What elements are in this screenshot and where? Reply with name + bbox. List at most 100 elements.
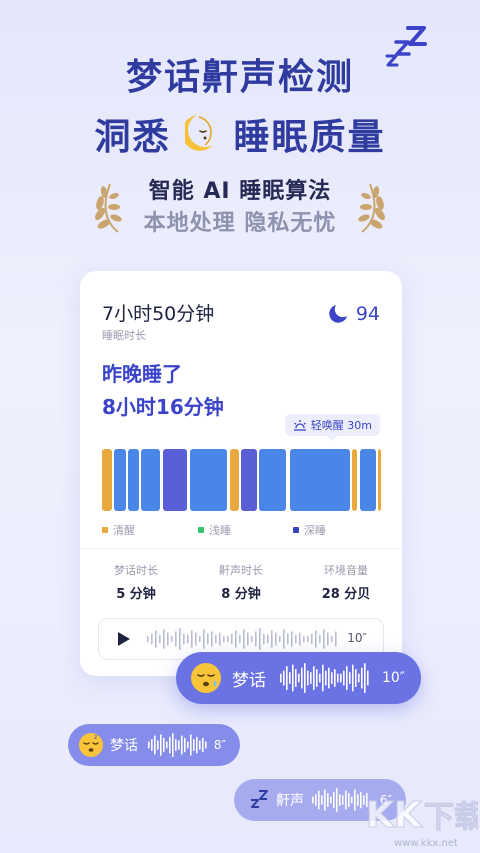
wave-bar	[155, 630, 157, 648]
divider	[80, 548, 402, 549]
sunrise-icon	[293, 420, 306, 431]
wave-bar	[364, 663, 366, 693]
svg-text:z: z	[94, 734, 97, 741]
stage-segment	[241, 449, 257, 511]
wave-bar	[219, 632, 221, 646]
wave-bar	[291, 631, 293, 647]
waveform	[280, 663, 369, 693]
legend-deep: 深睡	[293, 522, 326, 538]
wave-bar	[223, 635, 225, 643]
wave-bar	[327, 632, 329, 646]
wave-bar	[292, 664, 294, 692]
sleep-score-value: 94	[355, 303, 380, 325]
stage-segment	[360, 449, 376, 511]
wave-bar	[315, 630, 317, 648]
wave-bar	[239, 634, 241, 644]
wave-bar	[307, 635, 309, 643]
stage-segment	[230, 449, 239, 511]
wave-bar	[303, 635, 305, 643]
wave-bar	[172, 733, 174, 757]
sleeping-face-emoji: z	[79, 733, 103, 757]
wave-bar	[295, 669, 297, 687]
sleep-stage-chart	[102, 449, 381, 511]
wave-bar	[175, 631, 177, 647]
wave-bar	[311, 633, 313, 645]
wave-bar	[348, 792, 350, 808]
bubble-label: 梦话	[110, 738, 138, 754]
wave-bar	[205, 741, 207, 749]
wave-bar	[323, 629, 325, 649]
sleeptalk-clip-bubble[interactable]: z 梦话 8″	[68, 724, 240, 766]
feature-privacy: 本地处理 隐私无忧	[143, 211, 337, 236]
sleep-summary-card[interactable]: 7小时50分钟 睡眠时长 94 昨晚睡了 8小时16分钟 轻唤醒 30m 清醒 …	[80, 271, 402, 676]
bubble-length: 8″	[213, 738, 226, 752]
stage-segment	[190, 449, 227, 511]
stat-noise: 环境音量 28 分贝	[321, 564, 371, 602]
wave-bar	[334, 669, 336, 687]
bubble-length: 10″	[381, 670, 405, 686]
bubble-label: 梦话	[232, 670, 266, 691]
wave-bar	[247, 632, 249, 646]
wave-bar	[163, 629, 165, 649]
wave-bar	[298, 673, 300, 683]
wave-bar	[231, 633, 233, 645]
wave-bar	[215, 634, 217, 644]
wave-bar	[345, 790, 347, 810]
wave-bar	[199, 740, 201, 750]
wave-bar	[271, 630, 273, 648]
wave-bar	[335, 631, 337, 647]
sleepy-face-emoji	[191, 663, 221, 693]
wave-bar	[211, 631, 213, 647]
wave-bar	[354, 789, 356, 811]
wave-bar	[319, 634, 321, 644]
sleeptalk-clip-bubble[interactable]: 梦话 10″	[176, 652, 421, 704]
wave-bar	[267, 634, 269, 644]
waveform[interactable]	[147, 628, 337, 650]
stage-segment	[102, 449, 112, 511]
slept-value: 8小时16分钟	[102, 395, 224, 419]
wave-bar	[263, 633, 265, 645]
wave-bar	[299, 632, 301, 646]
wave-bar	[181, 735, 183, 755]
wave-bar	[178, 740, 180, 750]
wave-bar	[295, 634, 297, 644]
wave-bar	[319, 673, 321, 683]
play-icon[interactable]	[117, 631, 131, 647]
wave-bar	[202, 737, 204, 753]
wave-bar	[147, 635, 149, 643]
waveform	[148, 733, 207, 757]
wave-bar	[280, 673, 282, 683]
wave-bar	[275, 632, 277, 646]
wave-bar	[318, 790, 320, 810]
wave-bar	[203, 629, 205, 649]
wave-bar	[324, 789, 326, 811]
wave-bar	[363, 795, 365, 805]
wave-bar	[151, 633, 153, 645]
svg-text:KK: KK	[366, 795, 423, 835]
wave-bar	[346, 666, 348, 690]
watermark-logo: KK 下载	[366, 795, 478, 836]
wave-bar	[179, 628, 181, 650]
wave-bar	[342, 795, 344, 805]
stage-segment	[378, 449, 381, 511]
wave-bar	[190, 734, 192, 756]
hero-subtitle-right: 睡眠质量	[233, 117, 386, 158]
light-wake-tag[interactable]: 轻唤醒 30m	[284, 414, 380, 441]
legend-awake: 清醒	[102, 522, 135, 538]
wave-bar	[157, 740, 159, 750]
wave-bar	[349, 672, 351, 684]
wave-bar	[337, 673, 339, 683]
stage-segment	[114, 449, 126, 511]
wave-bar	[310, 672, 312, 684]
svg-text:下载: 下载	[424, 800, 478, 835]
wave-bar	[325, 670, 327, 686]
wave-bar	[316, 669, 318, 687]
wave-bar	[259, 628, 261, 650]
wave-bar	[235, 630, 237, 648]
wave-bar	[183, 633, 185, 645]
sleep-score: 94	[328, 303, 380, 325]
moon-score-icon	[329, 305, 347, 323]
wave-bar	[340, 673, 342, 683]
wave-bar	[357, 794, 359, 806]
wave-bar	[355, 669, 357, 687]
